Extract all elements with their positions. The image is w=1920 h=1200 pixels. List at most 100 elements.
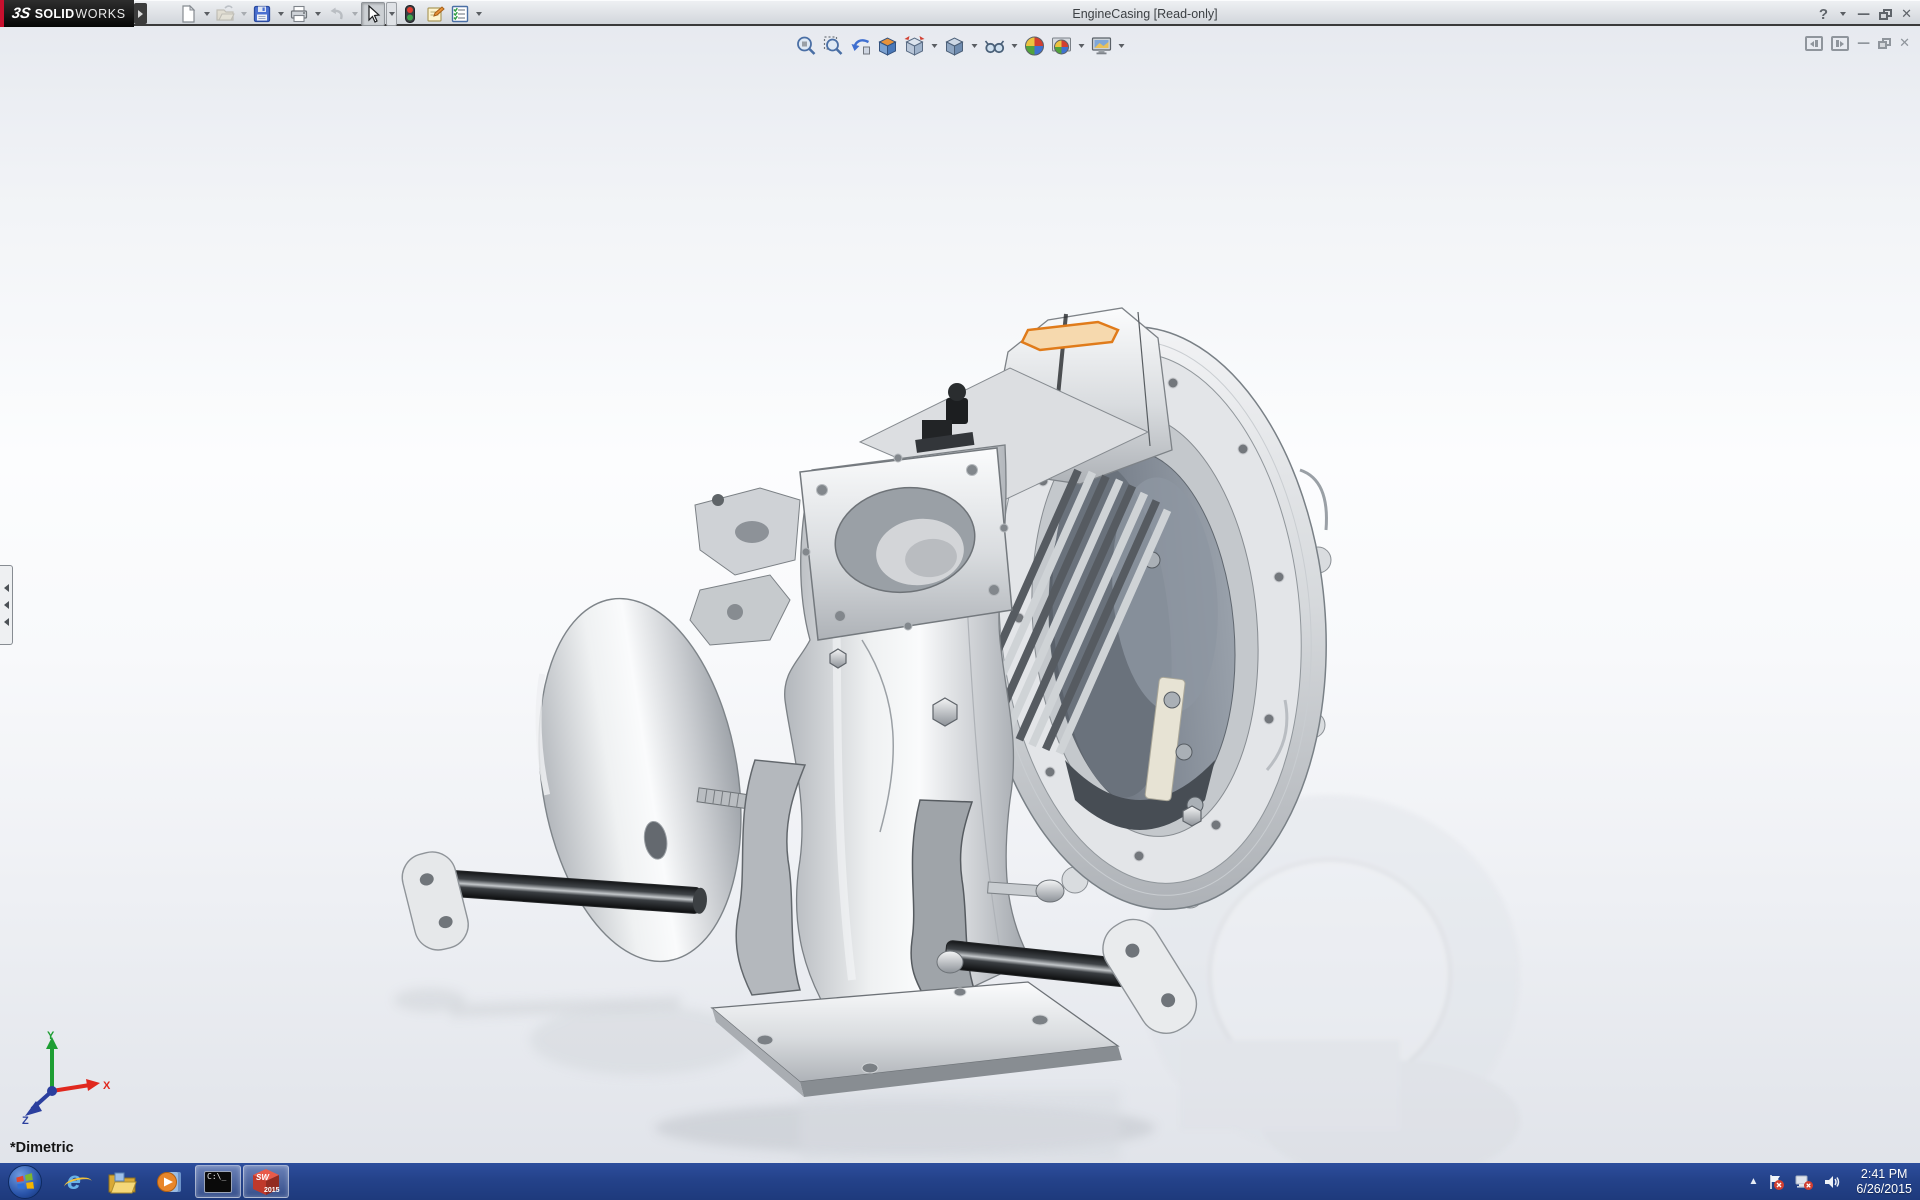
- apply-scene-caret[interactable]: [1076, 35, 1087, 57]
- menu-expand-arrow[interactable]: [134, 3, 147, 24]
- feature-manager-collapsed-tab[interactable]: [0, 565, 13, 645]
- undo-button[interactable]: [324, 2, 348, 26]
- restore-app-button[interactable]: [1879, 9, 1892, 20]
- select-tool-button[interactable]: [361, 2, 385, 26]
- view-settings-button[interactable]: [1089, 33, 1114, 58]
- apply-scene-icon: [1049, 34, 1073, 58]
- options-button[interactable]: [448, 2, 472, 26]
- triad-x-arrow: [86, 1079, 100, 1091]
- edit-appearance-button[interactable]: [1022, 33, 1047, 58]
- help-button[interactable]: ?: [1819, 6, 1828, 23]
- engine-casing-model[interactable]: [0, 28, 1920, 1163]
- hide-show-items-icon: [982, 34, 1006, 58]
- taskbar-solidworks[interactable]: SW 2015: [243, 1165, 289, 1198]
- view-settings-caret[interactable]: [1116, 35, 1127, 57]
- zoom-to-fit-icon: [794, 34, 818, 58]
- view-settings-icon: [1089, 34, 1113, 58]
- right-arrow-icon: [138, 10, 143, 18]
- select-dropdown-caret[interactable]: [386, 2, 397, 26]
- save-icon: [252, 4, 272, 24]
- print-button[interactable]: [287, 2, 311, 26]
- pane-left-icon: [1810, 41, 1814, 47]
- hide-show-items-caret[interactable]: [1009, 35, 1020, 57]
- view-orientation-icon: [902, 34, 926, 58]
- close-app-button[interactable]: ✕: [1901, 7, 1912, 22]
- restore-document-button[interactable]: [1878, 38, 1891, 49]
- internet-explorer-icon: e: [67, 1169, 81, 1194]
- zoom-to-area-button[interactable]: [821, 33, 846, 58]
- save-button[interactable]: [250, 2, 274, 26]
- action-center-flag-icon[interactable]: [1767, 1173, 1785, 1191]
- taskbar: e C:\_ SW 2015 ▲: [0, 1163, 1920, 1200]
- minimize-app-button[interactable]: —: [1857, 7, 1870, 22]
- solidworks-2015-icon: SW 2015: [251, 1168, 281, 1196]
- view-orientation-button[interactable]: [902, 33, 927, 58]
- command-prompt-icon: C:\_: [204, 1171, 232, 1193]
- file-properties-icon: [425, 4, 445, 24]
- view-orientation-label: *Dimetric: [10, 1140, 74, 1156]
- logo-3s-mark: 3S: [11, 5, 32, 22]
- section-view-button[interactable]: [875, 33, 900, 58]
- logo-text-bold: SOLID: [35, 7, 75, 21]
- new-document-icon: [178, 4, 198, 24]
- standard-toolbar: [176, 1, 484, 27]
- taskbar-command-prompt[interactable]: C:\_: [195, 1165, 241, 1198]
- clock-time: 2:41 PM: [1856, 1167, 1912, 1182]
- triad-y-label: Y: [47, 1030, 55, 1042]
- intake-flange: [800, 448, 1012, 640]
- hide-show-items-button[interactable]: [982, 33, 1007, 58]
- triad-x-label: X: [103, 1080, 111, 1092]
- start-button[interactable]: [8, 1165, 42, 1199]
- open-dropdown-caret[interactable]: [238, 3, 249, 25]
- taskbar-internet-explorer[interactable]: e: [51, 1165, 97, 1198]
- logo-text-light: WORKS: [75, 7, 125, 21]
- solidworks-logo: 3S SOLID WORKS: [0, 0, 134, 27]
- close-document-button[interactable]: ✕: [1899, 36, 1910, 51]
- collapse-left-pane-button[interactable]: [1805, 36, 1823, 51]
- file-properties-button[interactable]: [423, 2, 447, 26]
- new-dropdown-caret[interactable]: [201, 3, 212, 25]
- taskbar-clock[interactable]: 2:41 PM 6/26/2015: [1856, 1167, 1912, 1197]
- windows-logo-icon: [15, 1172, 35, 1192]
- reference-triad: Y X Z: [14, 1029, 114, 1125]
- svg-text:2015: 2015: [264, 1187, 280, 1194]
- previous-view-icon: [848, 34, 872, 58]
- pane-right-icon: [1840, 41, 1844, 47]
- select-arrow-icon: [363, 4, 383, 24]
- undo-icon: [326, 4, 346, 24]
- edit-appearance-icon: [1022, 34, 1046, 58]
- rebuild-traffic-light-icon: [400, 4, 420, 24]
- taskbar-windows-explorer[interactable]: [99, 1165, 145, 1198]
- options-dropdown-caret[interactable]: [473, 3, 484, 25]
- display-style-caret[interactable]: [969, 35, 980, 57]
- print-dropdown-caret[interactable]: [312, 3, 323, 25]
- open-document-icon: [215, 4, 235, 24]
- apply-scene-button[interactable]: [1049, 33, 1074, 58]
- save-dropdown-caret[interactable]: [275, 3, 286, 25]
- open-document-button[interactable]: [213, 2, 237, 26]
- help-dropdown-caret[interactable]: [1837, 3, 1848, 25]
- show-hidden-icons-button[interactable]: ▲: [1748, 1176, 1758, 1187]
- display-style-button[interactable]: [942, 33, 967, 58]
- title-bar: 3S SOLID WORKS: [0, 0, 1920, 26]
- minimize-document-button[interactable]: —: [1857, 36, 1870, 51]
- previous-view-button[interactable]: [848, 33, 873, 58]
- undo-dropdown-caret[interactable]: [349, 3, 360, 25]
- left-arrow-icon: [4, 584, 9, 592]
- triad-z-label: Z: [22, 1115, 29, 1125]
- view-orientation-caret[interactable]: [929, 35, 940, 57]
- left-arrow-icon: [4, 601, 9, 609]
- print-icon: [289, 4, 309, 24]
- collapse-right-pane-button[interactable]: [1831, 36, 1849, 51]
- zoom-to-area-icon: [821, 34, 845, 58]
- zoom-to-fit-button[interactable]: [794, 33, 819, 58]
- media-player-icon: [156, 1169, 184, 1195]
- rebuild-button[interactable]: [398, 2, 422, 26]
- graphics-viewport[interactable]: — ✕: [0, 28, 1920, 1163]
- options-icon: [450, 4, 470, 24]
- new-document-button[interactable]: [176, 2, 200, 26]
- taskbar-media-player[interactable]: [147, 1165, 193, 1198]
- network-status-icon[interactable]: [1794, 1173, 1814, 1191]
- volume-icon[interactable]: [1823, 1173, 1841, 1191]
- display-style-icon: [942, 34, 966, 58]
